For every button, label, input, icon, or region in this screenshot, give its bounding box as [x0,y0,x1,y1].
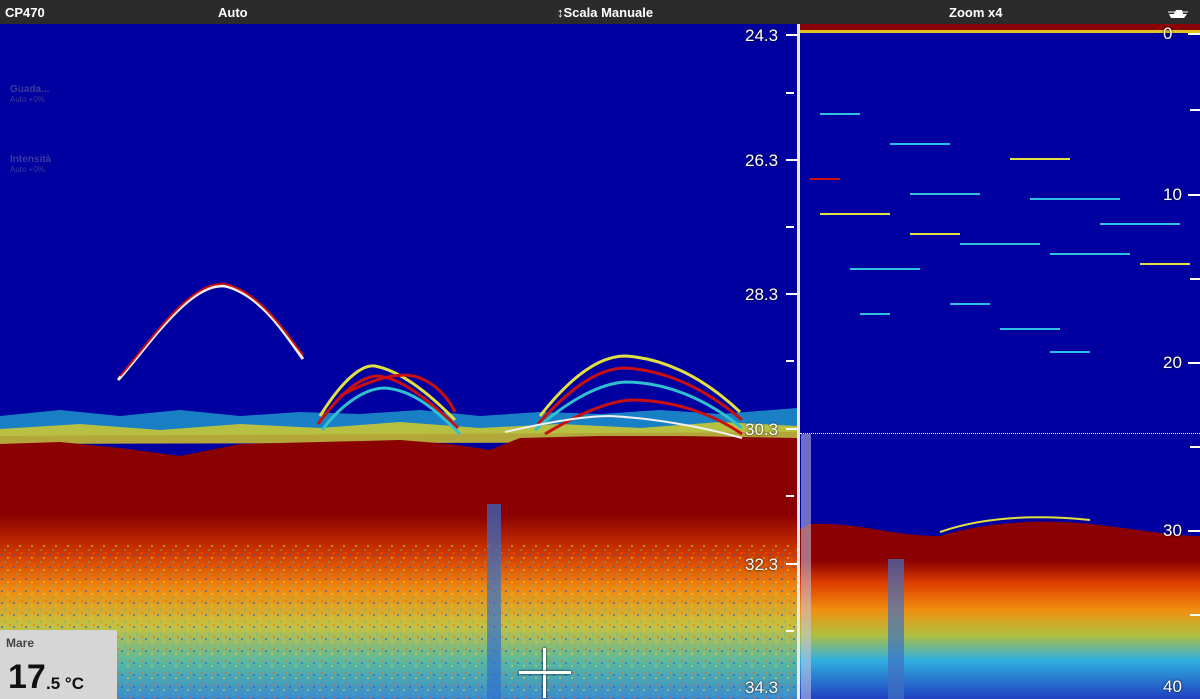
depth-label-left-3: 28.3 [745,285,779,304]
temperature-decimal: .5 °C [46,674,84,693]
depth-tick [786,563,797,565]
depth-label-right-2: 10 [1163,185,1182,204]
depth-tick [786,360,794,362]
depth-tick [1188,530,1200,532]
gain-control[interactable]: Guada... Auto +0% [10,84,49,104]
depth-tick [786,159,797,161]
zoom-range-bar[interactable] [801,434,811,699]
depth-tick [1188,194,1200,196]
depth-tick [786,34,797,36]
depth-tick [1190,109,1200,111]
water-temperature-box[interactable]: Mare 17 .5 °C [0,630,117,699]
boat-icon [1168,10,1188,18]
depth-tick [786,428,797,430]
intensity-value: Auto +0% [10,165,45,174]
depth-tick [1190,446,1200,448]
depth-tick [786,293,797,295]
zoom-button[interactable]: Zoom x4 [949,5,1002,20]
depth-tick [786,630,794,632]
depth-label-right-3: 20 [1163,353,1182,372]
depth-label-left-4: 30.3 [745,420,779,439]
temperature-integer: 17 [8,658,46,696]
depth-tick [786,92,794,94]
device-model: CP470 [5,5,45,20]
crosshair-cursor-horizontal[interactable] [519,671,571,674]
depth-label-left-6: 34.3 [745,678,779,697]
depth-label-left-5: 32.3 [745,555,779,574]
status-bar: CP470 Auto ↕Scala Manuale Zoom x4 [0,0,1200,24]
scale-button[interactable]: ↕Scala Manuale [557,5,653,20]
sonar-view-zoom[interactable] [800,24,1200,699]
intensity-title: Intensità [10,154,52,165]
gain-value: Auto +0% [10,95,45,104]
sonar-view-left[interactable]: Guada... Auto +0% Intensità Auto +0% [0,24,797,699]
depth-tick [786,226,794,228]
temperature-label: Mare [6,636,35,650]
mode-button[interactable]: Auto [218,5,248,20]
gain-title: Guada... [10,84,50,95]
depth-tick [786,495,794,497]
depth-tick [1190,614,1200,616]
intensity-control[interactable]: Intensità Auto +0% [10,154,51,174]
depth-tick [1188,33,1200,35]
depth-label-left-1: 24.3 [745,26,779,45]
depth-tick [1188,362,1200,364]
depth-label-right-5: 40 [1163,677,1182,696]
depth-label-right-1: 0 [1163,24,1173,43]
zoom-range-indicator[interactable] [800,433,1200,435]
depth-label-right-4: 30 [1163,521,1182,540]
depth-tick [1190,278,1200,280]
depth-label-left-2: 26.3 [745,151,779,170]
